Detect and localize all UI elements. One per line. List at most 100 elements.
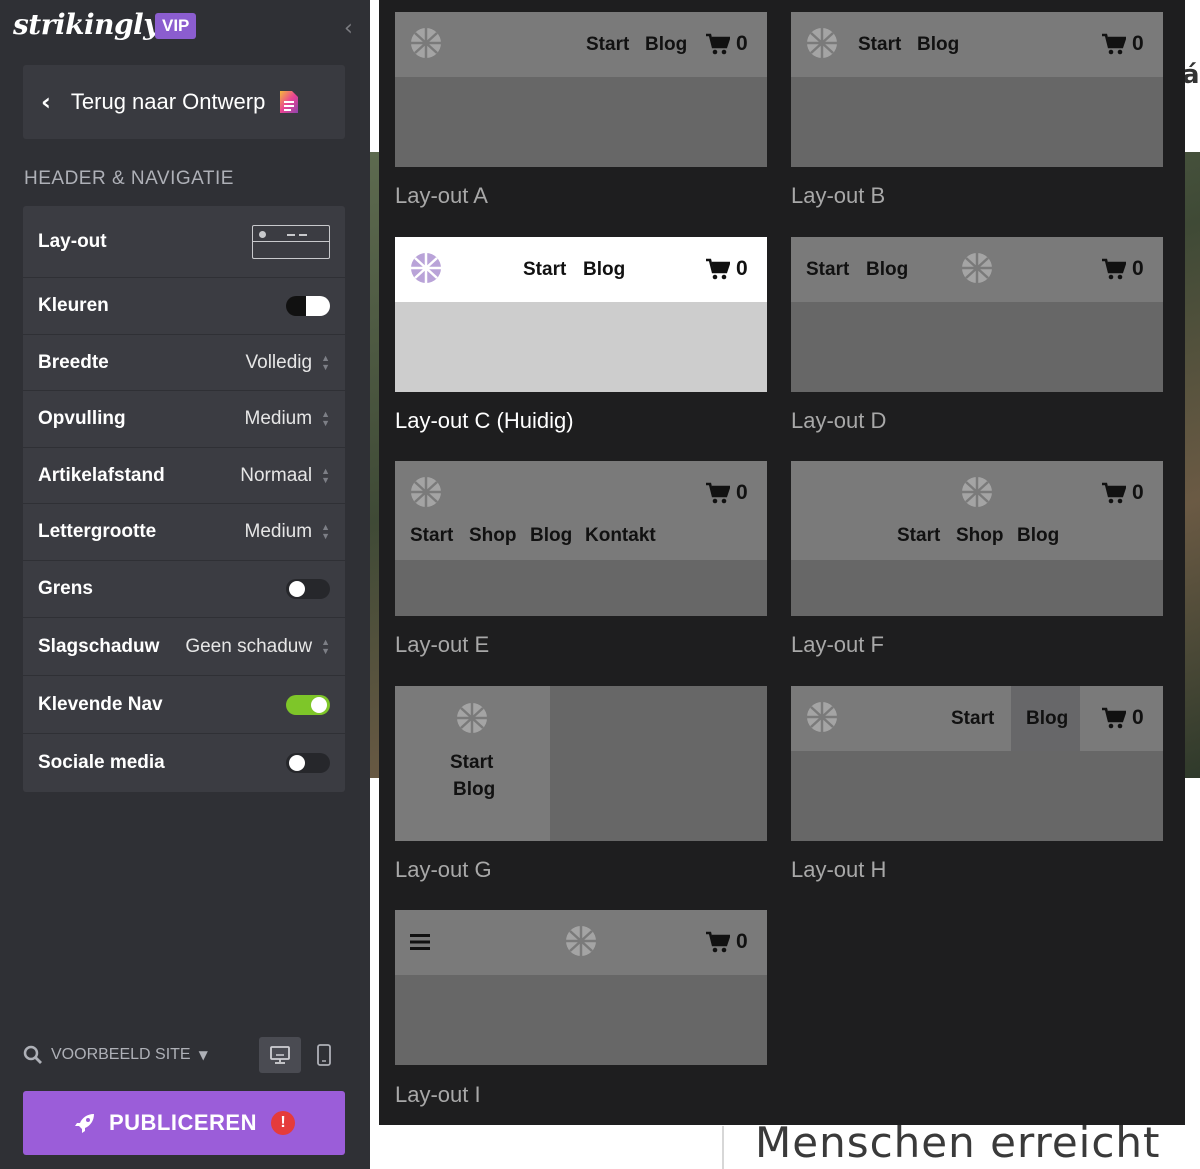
- preview-site-dropdown[interactable]: VOORBEELD SITE: [51, 1046, 191, 1064]
- layout-card-a[interactable]: Start Blog 0: [395, 12, 767, 167]
- nav-start: Start: [951, 708, 995, 729]
- option-drop-shadow[interactable]: Slagschaduw Geen schaduw ▲ ▼: [23, 618, 345, 676]
- caret-down-icon[interactable]: ▼: [199, 1048, 208, 1062]
- option-item-spacing[interactable]: Artikelafstand Normaal ▲ ▼: [23, 448, 345, 504]
- logo-placeholder-icon: [807, 702, 837, 732]
- hamburger-menu-icon: [410, 934, 430, 950]
- option-border[interactable]: Grens: [23, 561, 345, 618]
- select-value: Medium: [244, 408, 313, 429]
- back-to-design-button[interactable]: ‹ Terug naar Ontwerp: [23, 65, 345, 139]
- font-size-select[interactable]: Medium ▲ ▼: [245, 521, 331, 543]
- option-social-media[interactable]: Sociale media: [23, 734, 345, 792]
- layout-card-d[interactable]: Start Blog 0: [791, 237, 1163, 392]
- cart: 0: [706, 257, 748, 281]
- option-layout[interactable]: Lay-out: [23, 206, 345, 278]
- option-colors[interactable]: Kleuren: [23, 278, 345, 335]
- option-padding[interactable]: Opvulling Medium ▲ ▼: [23, 391, 345, 448]
- layout-label-i[interactable]: Lay-out I: [395, 1082, 481, 1108]
- cart-count: 0: [1132, 32, 1144, 55]
- sticky-nav-toggle[interactable]: [286, 694, 330, 715]
- option-label: Lay-out: [38, 230, 107, 252]
- layout-card-g[interactable]: Start Blog: [395, 686, 767, 841]
- chevron-left-icon: ‹: [41, 88, 51, 116]
- logo-placeholder-icon: [962, 477, 992, 507]
- option-label: Artikelafstand: [38, 464, 165, 486]
- nav-start: Start: [410, 525, 454, 546]
- cart-count: 0: [1132, 257, 1144, 280]
- layout-label-e[interactable]: Lay-out E: [395, 632, 489, 658]
- layout-label-g[interactable]: Lay-out G: [395, 857, 492, 883]
- cart: 0: [706, 32, 748, 56]
- layout-card-e[interactable]: 0 Start Shop Blog Kontakt: [395, 461, 767, 616]
- cart-icon: [1102, 33, 1126, 55]
- publish-label: PUBLICEREN: [108, 1110, 257, 1135]
- cart-icon: [1102, 258, 1126, 280]
- drop-shadow-select[interactable]: Geen schaduw ▲ ▼: [185, 636, 330, 658]
- option-sticky-nav[interactable]: Klevende Nav: [23, 676, 345, 734]
- layout-card-c-current[interactable]: Start Blog 0: [395, 237, 767, 392]
- layout-label-c[interactable]: Lay-out C (Huidig): [395, 408, 574, 434]
- cart: 0: [1102, 481, 1144, 505]
- cart: 0: [1102, 32, 1144, 56]
- layout-label-b[interactable]: Lay-out B: [791, 183, 885, 209]
- select-value: Medium: [244, 521, 313, 542]
- option-font-size[interactable]: Lettergrootte Medium ▲ ▼: [23, 504, 345, 561]
- nav-kontakt: Kontakt: [585, 525, 656, 546]
- select-arrows-icon: ▲ ▼: [321, 636, 330, 656]
- cart-count: 0: [736, 32, 748, 55]
- layout-card-h[interactable]: Start Blog 0: [791, 686, 1163, 841]
- color-mode-toggle[interactable]: [286, 296, 330, 316]
- nav-blog: Blog: [917, 34, 960, 55]
- mobile-view-button[interactable]: [303, 1037, 345, 1073]
- header-options-list: Lay-out Kleuren Breedte Volledig ▲ ▼ Opvul…: [23, 206, 345, 792]
- logo-placeholder-icon: [962, 253, 992, 283]
- layout-thumbnail-icon[interactable]: [252, 224, 330, 259]
- publish-button[interactable]: PUBLICEREN !: [23, 1091, 345, 1155]
- cart-count: 0: [736, 481, 748, 504]
- layout-label-a[interactable]: Lay-out A: [395, 183, 488, 209]
- item-spacing-select[interactable]: Normaal ▲ ▼: [240, 465, 330, 487]
- desktop-icon: [270, 1046, 290, 1064]
- nav-blog: Blog: [583, 259, 626, 280]
- option-label: Slagschaduw: [38, 635, 160, 657]
- nav-shop: Shop: [956, 525, 1004, 546]
- social-media-toggle[interactable]: [286, 753, 330, 773]
- search-icon: [23, 1045, 42, 1064]
- cart: 0: [706, 481, 748, 505]
- option-width[interactable]: Breedte Volledig ▲ ▼: [23, 335, 345, 391]
- cart-count: 0: [1132, 481, 1144, 504]
- cart: 0: [1102, 257, 1144, 281]
- option-label: Klevende Nav: [38, 693, 163, 715]
- layout-label-d[interactable]: Lay-out D: [791, 408, 886, 434]
- nav-blog: Blog: [866, 259, 909, 280]
- cart: 0: [1102, 706, 1144, 730]
- logo-placeholder-icon: [411, 253, 441, 283]
- rocket-icon: [74, 1114, 94, 1133]
- cart-count: 0: [736, 930, 748, 953]
- cart-icon: [706, 258, 730, 280]
- nav-blog: Blog: [1026, 708, 1069, 729]
- layout-label-f[interactable]: Lay-out F: [791, 632, 884, 658]
- layout-card-i[interactable]: 0: [395, 910, 767, 1065]
- layout-label-h[interactable]: Lay-out H: [791, 857, 886, 883]
- nav-blog: Blog: [453, 779, 496, 800]
- nav-start: Start: [586, 34, 630, 55]
- layout-picker-panel: Start Blog 0 Lay-out A Start Blog 0 Lay-…: [379, 0, 1185, 1125]
- cart-icon: [706, 33, 730, 55]
- logo-placeholder-icon: [457, 703, 487, 733]
- select-value: Volledig: [245, 351, 313, 373]
- layout-card-f[interactable]: 0 Start Shop Blog: [791, 461, 1163, 616]
- option-label: Grens: [38, 578, 93, 599]
- nav-shop: Shop: [469, 525, 517, 546]
- logo-placeholder-icon: [807, 28, 837, 58]
- layout-card-b[interactable]: Start Blog 0: [791, 12, 1163, 167]
- cart-icon: [706, 482, 730, 504]
- preview-site-row: VOORBEELD SITE ▼: [23, 1037, 345, 1073]
- border-toggle[interactable]: [286, 579, 330, 599]
- nav-blog: Blog: [530, 525, 573, 546]
- width-select[interactable]: Volledig ▲ ▼: [246, 352, 330, 374]
- cart-icon: [1102, 482, 1126, 504]
- desktop-view-button[interactable]: [259, 1037, 301, 1073]
- padding-select[interactable]: Medium ▲ ▼: [245, 408, 331, 430]
- collapse-sidebar-icon[interactable]: ‹: [344, 16, 353, 41]
